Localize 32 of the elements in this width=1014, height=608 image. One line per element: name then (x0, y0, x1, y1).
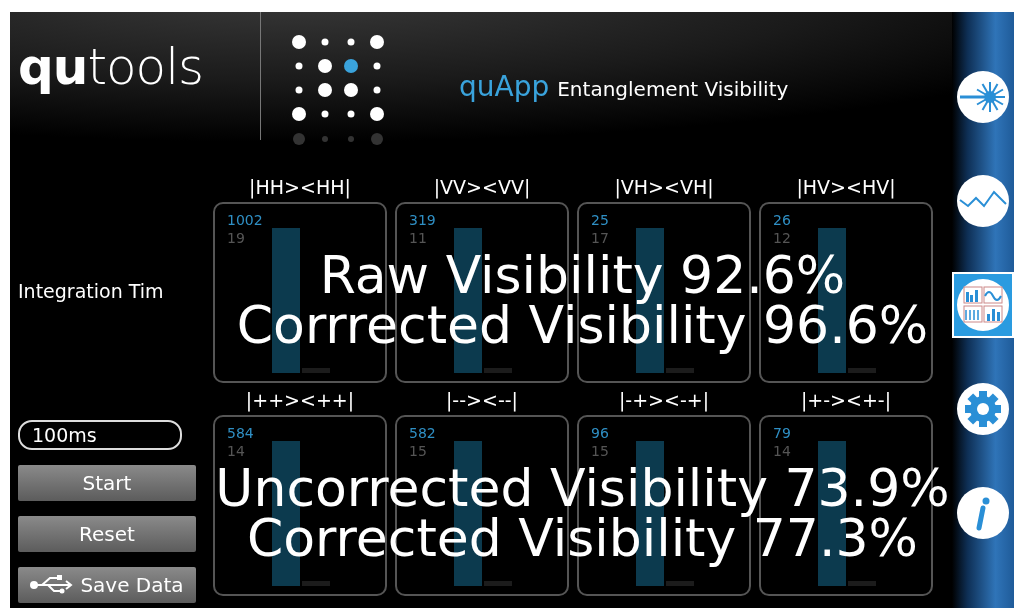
integration-time-field[interactable]: 100ms (18, 420, 182, 450)
background-count: 17 (591, 230, 609, 246)
coincidence-count: 96 (591, 425, 609, 441)
projection-label: |HV><HV| (796, 175, 896, 201)
save-data-button[interactable]: Save Data (18, 567, 196, 603)
projection-label: |++><++| (245, 388, 355, 414)
app-name: quApp (459, 70, 550, 103)
coincidence-count: 319 (409, 212, 436, 228)
action-button[interactable]: Start (18, 465, 196, 501)
projection-label: |-+><-+| (618, 388, 710, 414)
projection-label: |VV><VV| (433, 175, 531, 201)
integration-time-label: Integration Tim (18, 280, 165, 302)
coincidence-count: 26 (773, 212, 791, 228)
qutools-logo: qutools (18, 42, 205, 92)
projection-label: |VH><VH| (614, 175, 714, 201)
projection-label: |HH><HH| (249, 175, 351, 201)
background-count: 11 (409, 230, 427, 246)
coincidence-count: 25 (591, 212, 609, 228)
background-count: 19 (227, 230, 245, 246)
coincidence-count: 584 (227, 425, 254, 441)
projection-label: |+-><+-| (800, 388, 892, 414)
projection-label: |--><--| (445, 388, 519, 414)
action-button[interactable]: Reset (18, 516, 196, 552)
background-count: 15 (591, 443, 609, 459)
background-count: 14 (227, 443, 245, 459)
coincidence-count: 79 (773, 425, 791, 441)
background-count: 14 (773, 443, 791, 459)
coincidence-count: 582 (409, 425, 436, 441)
background-count: 15 (409, 443, 427, 459)
background-count: 12 (773, 230, 791, 246)
coincidence-count: 1002 (227, 212, 263, 228)
window-title: Entanglement Visibility (557, 77, 789, 101)
